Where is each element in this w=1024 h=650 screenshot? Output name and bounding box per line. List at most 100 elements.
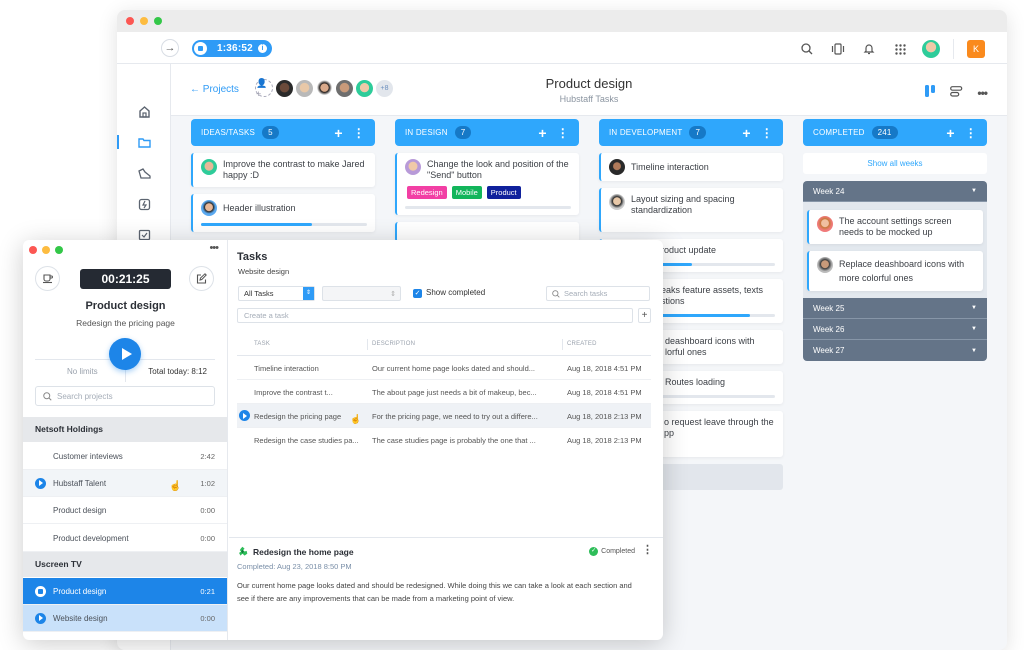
- add-card-button[interactable]: +: [946, 125, 954, 141]
- play-project-button[interactable]: [35, 612, 46, 624]
- play-icon: [39, 615, 43, 621]
- minimize-window-button[interactable]: [42, 246, 50, 254]
- tag-product[interactable]: Product: [486, 186, 521, 199]
- task-filter-select[interactable]: All Tasks ⇕: [238, 286, 315, 301]
- column-menu-button[interactable]: ⋮: [353, 126, 365, 140]
- close-window-button[interactable]: [126, 17, 134, 25]
- add-card-button[interactable]: +: [334, 125, 342, 141]
- task-row[interactable]: Timeline interaction Our current home pag…: [237, 356, 651, 380]
- tag-mobile[interactable]: Mobile: [451, 186, 482, 199]
- show-completed-checkbox[interactable]: ✓: [413, 289, 422, 298]
- total-today: Total today: 8:12: [148, 367, 207, 376]
- play-task-button[interactable]: [239, 410, 250, 421]
- search-icon: [43, 391, 52, 401]
- project-item[interactable]: Customer inteviews 2:42: [23, 443, 227, 470]
- task-created: Aug 18, 2018 4:51 PM: [567, 388, 642, 397]
- task-description: For the pricing page, we need to try out…: [372, 412, 538, 421]
- project-name: Hubstaff Talent: [53, 478, 107, 488]
- sneaker-icon: [137, 168, 151, 179]
- project-item[interactable]: Website design 0:00: [23, 605, 227, 632]
- task-menu-button[interactable]: ⋮: [642, 543, 653, 556]
- project-name: Product design: [53, 505, 107, 515]
- apps-button[interactable]: [891, 40, 909, 58]
- task-card[interactable]: [395, 222, 579, 242]
- show-all-weeks-button[interactable]: Show all weeks: [803, 153, 987, 174]
- project-item[interactable]: Hubstaff Talent 1:02: [23, 470, 227, 497]
- user-avatar[interactable]: [922, 40, 940, 58]
- tracker-left-panel: ••• 00:21:25 Product design Redesign the…: [23, 240, 228, 640]
- column-count: 7: [689, 126, 707, 139]
- add-task-button[interactable]: +: [638, 308, 651, 323]
- timer-pill[interactable]: 1:36:52 i: [192, 40, 272, 57]
- current-project: Product design: [85, 300, 166, 312]
- maximize-window-button[interactable]: [55, 246, 63, 254]
- hand-cursor-icon: ☝: [350, 414, 362, 424]
- tag-redesign[interactable]: Redesign: [407, 186, 447, 199]
- task-card[interactable]: Layout sizing and spacing standardizatio…: [599, 188, 783, 232]
- board-view-button[interactable]: [925, 84, 936, 102]
- play-project-button[interactable]: [35, 477, 46, 489]
- task-card[interactable]: Improve the contrast to make Jared happy…: [191, 153, 375, 187]
- project-item[interactable]: Product development 0:00: [23, 525, 227, 552]
- add-card-button[interactable]: +: [538, 125, 546, 141]
- task-row-active[interactable]: Redesign the pricing page For the pricing…: [237, 404, 651, 428]
- task-row[interactable]: Redesign the case studies pa... The case …: [237, 428, 651, 452]
- edit-note-button[interactable]: [189, 266, 214, 291]
- task-completed-date: Completed: Aug 23, 2018 8:50 PM: [237, 562, 352, 571]
- search-icon: [552, 289, 560, 298]
- task-detail-title: Redesign the home page: [253, 547, 354, 557]
- week-27-header[interactable]: Week 27 ▼: [803, 340, 987, 361]
- search-projects-input[interactable]: Search projects: [35, 386, 215, 406]
- minimize-window-button[interactable]: [140, 17, 148, 25]
- close-window-button[interactable]: [29, 246, 37, 254]
- column-menu-button[interactable]: ⋮: [761, 126, 773, 140]
- tag-list: Redesign Mobile Product: [407, 186, 571, 199]
- start-timer-button[interactable]: [109, 338, 141, 370]
- project-time: 2:42: [200, 451, 215, 461]
- timeline-view-button[interactable]: [950, 84, 963, 102]
- project-item-active[interactable]: Product design 0:21: [23, 578, 227, 605]
- info-icon[interactable]: i: [258, 44, 267, 53]
- timeline-view-icon: [950, 86, 963, 97]
- notifications-button[interactable]: [860, 40, 878, 58]
- tasks-subtitle: Website design: [238, 267, 290, 276]
- stop-project-button[interactable]: [35, 585, 46, 597]
- card-title: Header illustration: [223, 202, 296, 213]
- column-menu-button[interactable]: ⋮: [965, 126, 977, 140]
- add-card-button[interactable]: +: [742, 125, 750, 141]
- project-item[interactable]: Product design 0:00: [23, 497, 227, 524]
- week-24-body: The account settings screen needs to be …: [803, 202, 987, 298]
- task-row[interactable]: Improve the contrast t... The about page …: [237, 380, 651, 404]
- completed-status[interactable]: ✓ Completed: [589, 547, 635, 556]
- column-title: IDEAS/TASKS: [201, 128, 256, 137]
- organization-badge[interactable]: K: [967, 40, 985, 58]
- task-card[interactable]: The account settings screen needs to be …: [807, 210, 983, 244]
- week-26-header[interactable]: Week 26 ▼: [803, 319, 987, 340]
- task-card[interactable]: Change the look and position of the "Sen…: [395, 153, 579, 215]
- sidebar-item-activity[interactable]: [117, 158, 171, 189]
- maximize-window-button[interactable]: [154, 17, 162, 25]
- sidebar-item-home[interactable]: [117, 96, 171, 127]
- search-button[interactable]: [798, 40, 816, 58]
- task-card[interactable]: Header illustration: [191, 194, 375, 232]
- task-card[interactable]: Replace deashboard icons with more color…: [807, 251, 983, 291]
- task-card[interactable]: Timeline interaction: [599, 153, 783, 181]
- sidebar-item-projects[interactable]: [117, 127, 171, 158]
- activity-button[interactable]: [829, 40, 847, 58]
- week-24-header[interactable]: Week 24 ▼: [803, 181, 987, 202]
- week-25-header[interactable]: Week 25 ▼: [803, 298, 987, 319]
- create-task-input[interactable]: Create a task: [237, 308, 633, 323]
- sidebar-item-automation[interactable]: [117, 189, 171, 220]
- card-title: Improve the contrast to make Jared happy…: [223, 159, 365, 180]
- stop-timer-button[interactable]: [194, 42, 207, 55]
- expand-sidebar-button[interactable]: →: [161, 39, 179, 57]
- lightning-box-icon: [138, 198, 150, 211]
- timer-value: 1:36:52: [217, 43, 253, 54]
- search-tasks-input[interactable]: Search tasks: [546, 286, 650, 301]
- secondary-filter-select[interactable]: ⇕: [322, 286, 401, 301]
- more-options-icon[interactable]: •••: [209, 242, 219, 254]
- more-options-icon[interactable]: •••: [977, 86, 988, 100]
- break-button[interactable]: [35, 266, 60, 291]
- column-menu-button[interactable]: ⋮: [557, 126, 569, 140]
- bell-icon: [863, 44, 875, 55]
